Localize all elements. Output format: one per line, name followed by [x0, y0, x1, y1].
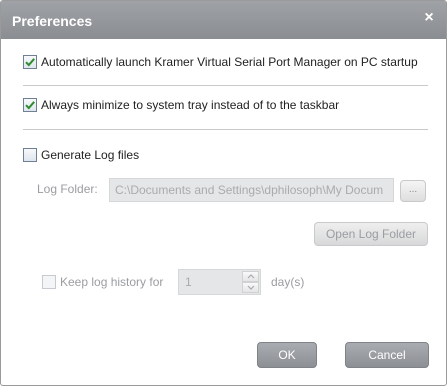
open-log-folder-button[interactable]: Open Log Folder — [314, 222, 428, 246]
stepper-buttons — [242, 271, 259, 293]
chevron-down-icon[interactable] — [242, 282, 259, 293]
browse-folder-button[interactable]: ... — [400, 180, 426, 202]
log-folder-label: Log Folder: — [37, 182, 98, 196]
history-days-stepper[interactable]: 1 — [178, 269, 261, 295]
ok-button[interactable]: OK — [257, 342, 317, 368]
generate-logs-checkbox[interactable] — [23, 148, 37, 162]
chevron-up-icon[interactable] — [242, 271, 259, 282]
log-folder-path-field[interactable]: C:\Documents and Settings\dphilosoph\My … — [109, 178, 394, 202]
title-bar: Preferences × — [1, 1, 446, 39]
close-icon[interactable]: × — [421, 10, 437, 26]
history-unit-label: day(s) — [271, 275, 305, 289]
divider — [23, 129, 428, 130]
history-days-value[interactable]: 1 — [185, 270, 192, 294]
keep-history-label: Keep log history for — [60, 275, 164, 289]
divider — [23, 85, 428, 86]
generate-logs-label: Generate Log files — [41, 148, 140, 162]
auto-launch-option[interactable]: Automatically launch Kramer Virtual Seri… — [23, 55, 418, 69]
cancel-button[interactable]: Cancel — [345, 342, 429, 368]
minimize-tray-label: Always minimize to system tray instead o… — [41, 98, 340, 112]
minimize-tray-option[interactable]: Always minimize to system tray instead o… — [23, 98, 339, 112]
dialog-title: Preferences — [12, 13, 93, 29]
keep-history-option[interactable]: Keep log history for — [42, 275, 163, 289]
check-mark-icon — [25, 101, 35, 110]
auto-launch-checkbox[interactable] — [23, 55, 37, 69]
check-mark-icon — [25, 58, 35, 67]
generate-logs-option[interactable]: Generate Log files — [23, 148, 139, 162]
keep-history-checkbox[interactable] — [42, 275, 56, 289]
preferences-dialog: Preferences × Automatically launch Krame… — [0, 0, 447, 386]
auto-launch-label: Automatically launch Kramer Virtual Seri… — [41, 55, 418, 69]
minimize-tray-checkbox[interactable] — [23, 98, 37, 112]
